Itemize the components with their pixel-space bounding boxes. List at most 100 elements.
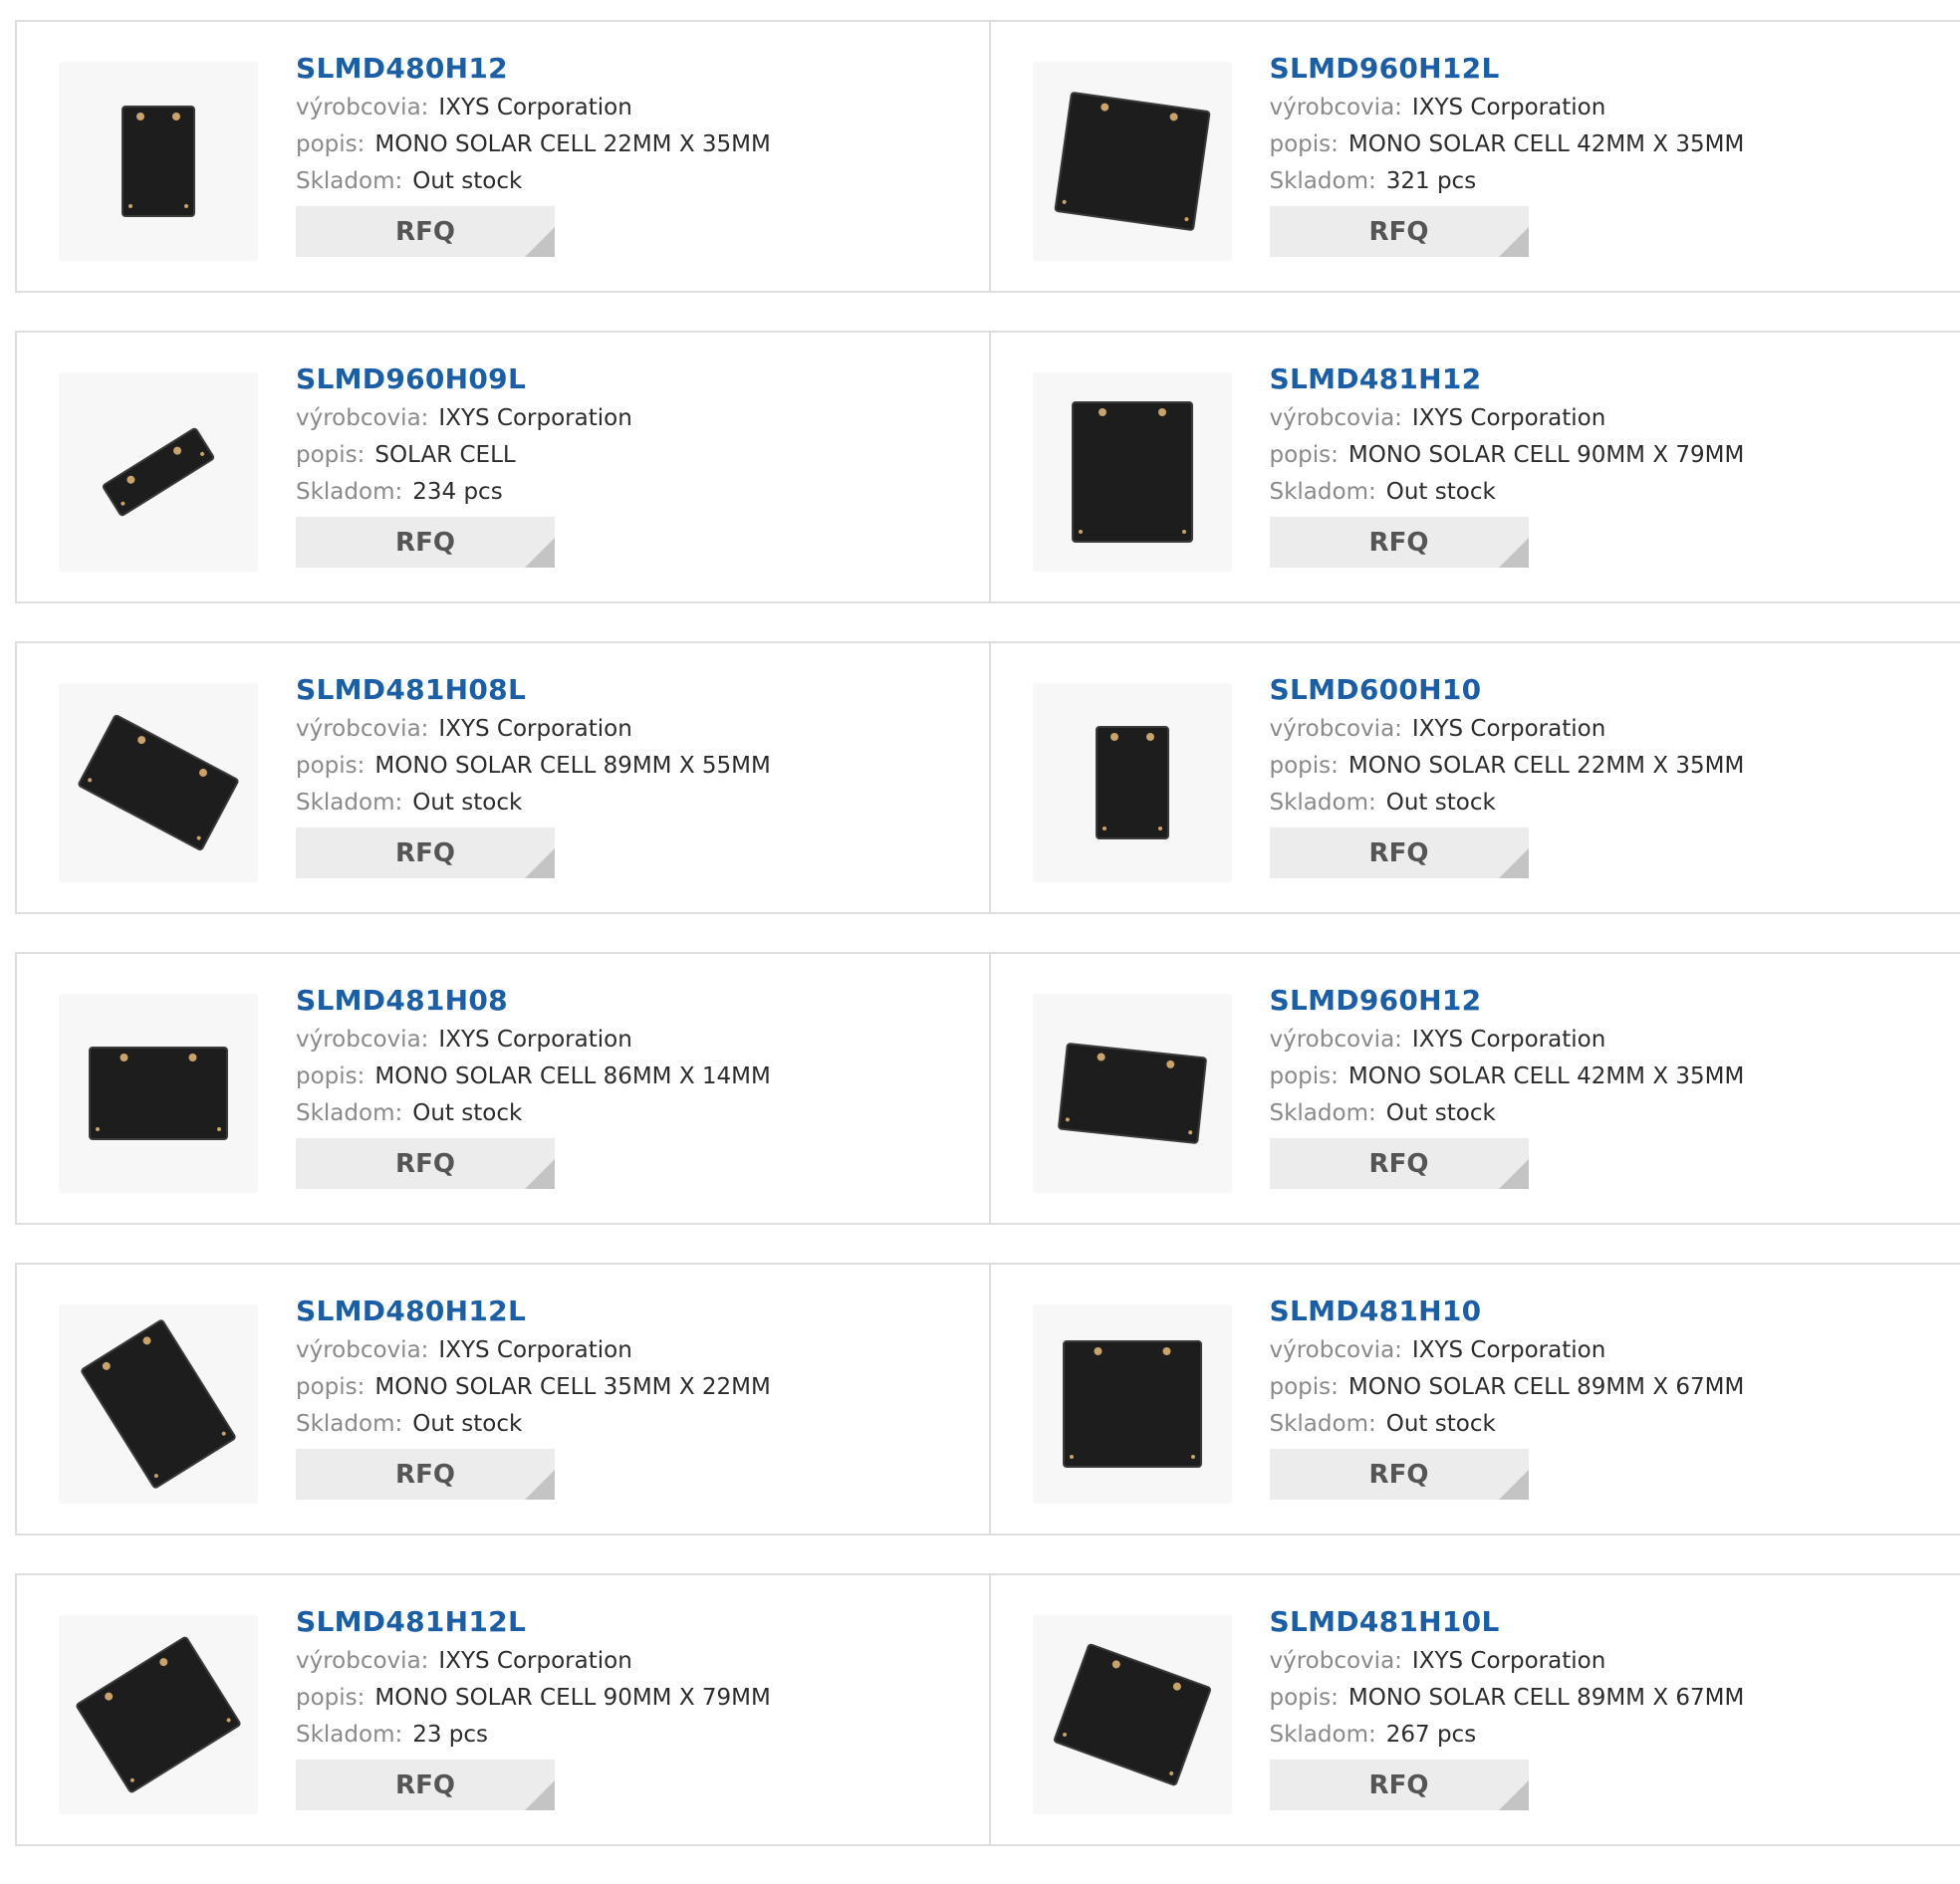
product-card: SLMD481H12L výrobcovia:IXYS Corporation …	[17, 1575, 989, 1844]
manufacturer-value: IXYS Corporation	[438, 1648, 631, 1674]
corner-decoration	[1499, 1159, 1529, 1189]
rfq-label: RFQ	[395, 1149, 455, 1179]
manufacturer-line: výrobcovia:IXYS Corporation	[1270, 400, 1745, 437]
part-number-link[interactable]: SLMD481H12L	[296, 1603, 771, 1643]
rfq-button[interactable]: RFQ	[296, 517, 555, 568]
product-image[interactable]	[1033, 372, 1232, 572]
stock-label: Skladom:	[296, 1722, 402, 1748]
product-info: SLMD481H10 výrobcovia:IXYS Corporation p…	[1270, 1293, 1745, 1500]
rfq-button[interactable]: RFQ	[1270, 1138, 1529, 1189]
part-number-link[interactable]: SLMD960H09L	[296, 360, 632, 400]
product-info: SLMD481H08L výrobcovia:IXYS Corporation …	[296, 671, 771, 878]
rfq-button[interactable]: RFQ	[1270, 517, 1529, 568]
product-row: SLMD960H09L výrobcovia:IXYS Corporation …	[15, 331, 1960, 603]
product-image[interactable]	[59, 372, 258, 572]
stock-line: Skladom:Out stock	[1270, 785, 1745, 822]
manufacturer-line: výrobcovia:IXYS Corporation	[1270, 1332, 1745, 1369]
rfq-button[interactable]: RFQ	[1270, 1760, 1529, 1810]
description-line: popis:MONO SOLAR CELL 86MM X 14MM	[296, 1059, 771, 1095]
rfq-button[interactable]: RFQ	[1270, 206, 1529, 257]
part-number-link[interactable]: SLMD481H12	[1270, 360, 1745, 400]
corner-decoration	[1499, 1470, 1529, 1500]
part-number-link[interactable]: SLMD481H08	[296, 982, 771, 1022]
product-image[interactable]	[59, 62, 258, 261]
manufacturer-label: výrobcovia:	[296, 95, 428, 120]
stock-line: Skladom:Out stock	[296, 1406, 771, 1443]
part-number-link[interactable]: SLMD481H08L	[296, 671, 771, 711]
description-value: MONO SOLAR CELL 22MM X 35MM	[374, 131, 770, 157]
product-image[interactable]	[1033, 1615, 1232, 1814]
stock-label: Skladom:	[296, 1100, 402, 1126]
manufacturer-label: výrobcovia:	[296, 405, 428, 431]
rfq-button[interactable]: RFQ	[296, 1449, 555, 1500]
product-row: SLMD481H08 výrobcovia: IXYS Corporation p…	[15, 952, 1960, 1225]
solar-cell-icon	[59, 1615, 258, 1814]
rfq-label: RFQ	[395, 528, 455, 558]
description-label: popis:	[1270, 1374, 1339, 1400]
manufacturer-label: výrobcovia:	[1270, 716, 1402, 742]
part-number-link[interactable]: SLMD480H12L	[296, 1293, 771, 1332]
product-card: SLMD960H12L výrobcovia:IXYS Corporation …	[989, 22, 1960, 291]
product-info: SLMD481H12L výrobcovia:IXYS Corporation …	[296, 1603, 771, 1810]
solar-cell-icon	[1033, 1615, 1232, 1814]
solar-cell-icon	[1033, 994, 1232, 1193]
description-label: popis:	[296, 442, 365, 468]
rfq-button[interactable]: RFQ	[296, 1138, 555, 1189]
manufacturer-value: IXYS Corporation	[1412, 1027, 1605, 1053]
product-image[interactable]	[59, 1615, 258, 1814]
manufacturer-value: IXYS Corporation	[438, 405, 631, 431]
rfq-button[interactable]: RFQ	[1270, 1449, 1529, 1500]
rfq-button[interactable]: RFQ	[296, 206, 555, 257]
stock-value: Out stock	[412, 790, 522, 816]
description-label: popis:	[296, 1063, 365, 1089]
manufacturer-label: výrobcovia:	[296, 716, 428, 742]
part-number-link[interactable]: SLMD481H10L	[1270, 1603, 1745, 1643]
manufacturer-line: výrobcovia:IXYS Corporation	[296, 1332, 771, 1369]
stock-label: Skladom:	[296, 790, 402, 816]
description-line: popis:MONO SOLAR CELL 22MM X 35MM	[296, 126, 771, 163]
rfq-label: RFQ	[1369, 217, 1429, 247]
manufacturer-value: IXYS Corporation	[1412, 405, 1605, 431]
stock-value: 23 pcs	[412, 1722, 488, 1748]
product-info: SLMD481H12 výrobcovia:IXYS Corporation p…	[1270, 360, 1745, 568]
rfq-label: RFQ	[395, 1460, 455, 1490]
stock-value: Out stock	[1386, 790, 1496, 816]
solar-cell-icon	[1033, 372, 1232, 572]
part-number-link[interactable]: SLMD481H10	[1270, 1293, 1745, 1332]
description-value: MONO SOLAR CELL 22MM X 35MM	[1348, 753, 1744, 779]
solar-cell-icon	[1033, 683, 1232, 882]
product-image[interactable]	[1033, 1304, 1232, 1504]
rfq-button[interactable]: RFQ	[296, 1760, 555, 1810]
description-value: MONO SOLAR CELL 90MM X 79MM	[1348, 442, 1744, 468]
rfq-button[interactable]: RFQ	[296, 827, 555, 878]
part-number-link[interactable]: SLMD960H12	[1270, 982, 1745, 1022]
description-value: MONO SOLAR CELL 89MM X 55MM	[374, 753, 770, 779]
stock-value: Out stock	[1386, 1100, 1496, 1126]
part-number-link[interactable]: SLMD600H10	[1270, 671, 1745, 711]
stock-line: Skladom:Out stock	[1270, 474, 1745, 511]
part-number-link[interactable]: SLMD960H12L	[1270, 50, 1745, 90]
solar-cell-icon	[1033, 1304, 1232, 1504]
rfq-button[interactable]: RFQ	[1270, 827, 1529, 878]
product-image[interactable]	[1033, 994, 1232, 1193]
manufacturer-value: IXYS Corporation	[438, 95, 631, 120]
description-label: popis:	[296, 1374, 365, 1400]
product-info: SLMD960H12 výrobcovia: IXYS Corporation p…	[1270, 982, 1745, 1189]
part-number-link[interactable]: SLMD480H12	[296, 50, 771, 90]
manufacturer-line: výrobcovia: IXYS Corporation	[296, 400, 632, 437]
description-line: popis:MONO SOLAR CELL 90MM X 79MM	[1270, 437, 1745, 474]
product-row: SLMD481H12L výrobcovia:IXYS Corporation …	[15, 1573, 1960, 1846]
manufacturer-label: výrobcovia:	[1270, 1027, 1402, 1053]
product-image[interactable]	[1033, 62, 1232, 261]
product-image[interactable]	[1033, 683, 1232, 882]
product-image[interactable]	[59, 1304, 258, 1504]
stock-line: Skladom:Out stock	[296, 1095, 771, 1132]
product-image[interactable]	[59, 683, 258, 882]
rfq-label: RFQ	[1369, 1770, 1429, 1800]
description-label: popis:	[1270, 1063, 1339, 1089]
description-value: SOLAR CELL	[374, 442, 515, 468]
product-image[interactable]	[59, 994, 258, 1193]
stock-line: Skladom:321 pcs	[1270, 163, 1745, 200]
product-info: SLMD480H12 výrobcovia: IXYS Corporation p…	[296, 50, 771, 257]
stock-label: Skladom:	[1270, 1722, 1376, 1748]
